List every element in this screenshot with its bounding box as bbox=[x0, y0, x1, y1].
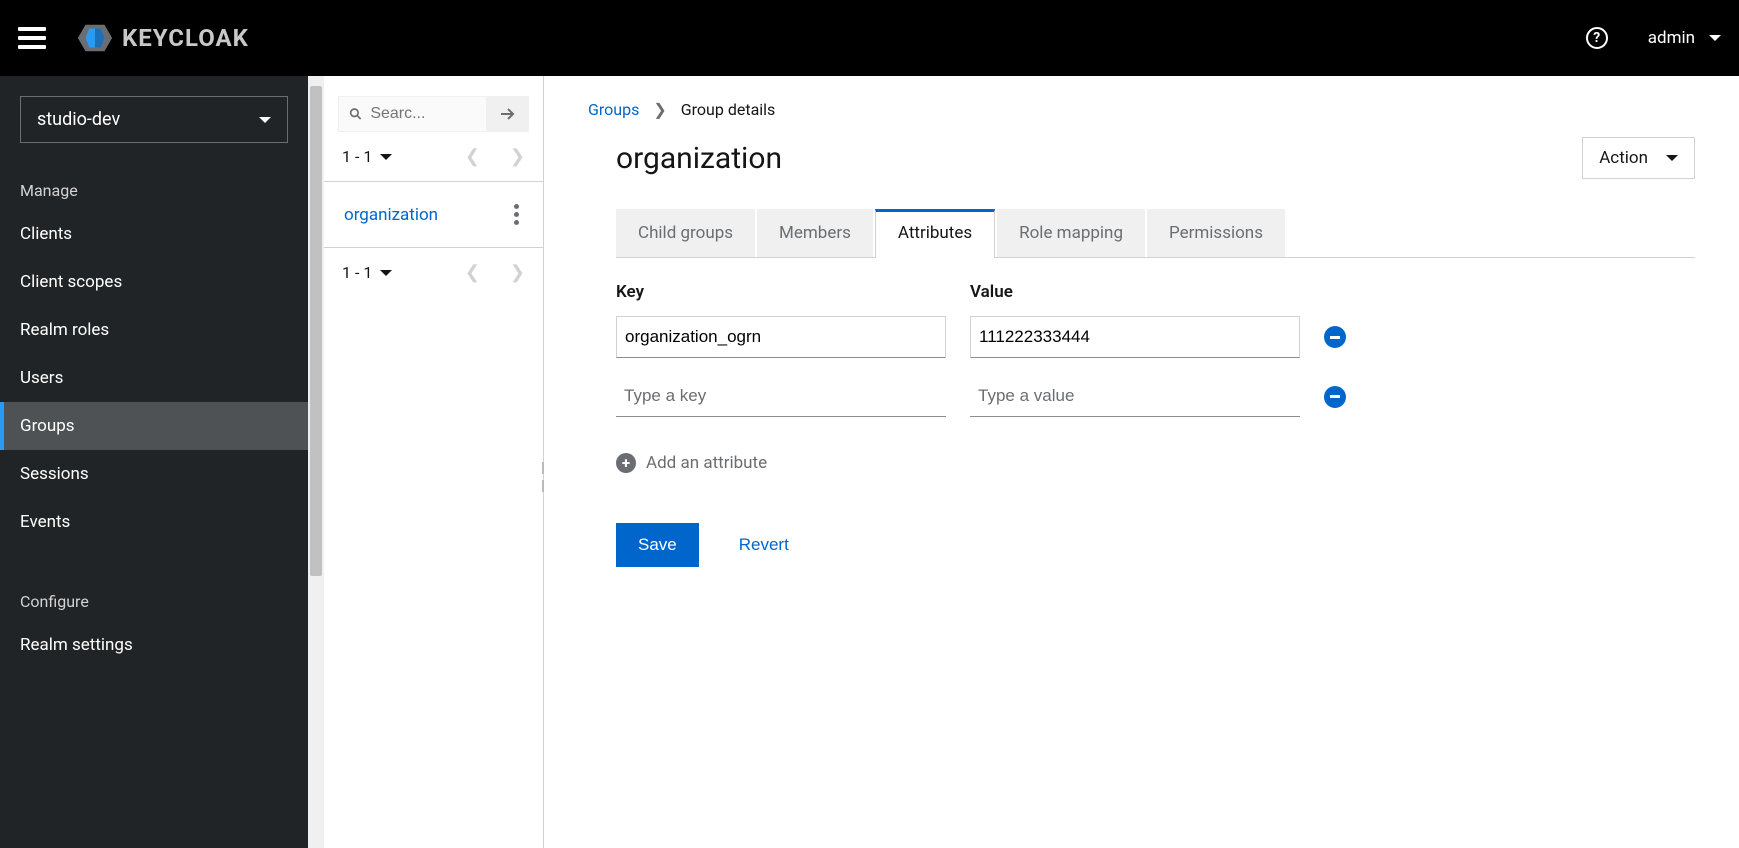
sidebar: studio-dev Manage Clients Client scopes … bbox=[0, 76, 308, 848]
breadcrumb: Groups ❯ Group details bbox=[588, 100, 1695, 119]
revert-button[interactable]: Revert bbox=[739, 535, 789, 555]
sidebar-item-sessions[interactable]: Sessions bbox=[0, 450, 308, 498]
breadcrumb-groups[interactable]: Groups bbox=[588, 100, 639, 119]
attr-key-input[interactable] bbox=[616, 316, 946, 358]
tab-role-mapping[interactable]: Role mapping bbox=[997, 209, 1145, 257]
user-name: admin bbox=[1648, 28, 1695, 48]
column-key-header: Key bbox=[616, 282, 946, 302]
logo-text: KEYCLOAK bbox=[122, 24, 249, 52]
pager-next[interactable]: ❯ bbox=[510, 146, 525, 167]
save-button[interactable]: Save bbox=[616, 523, 699, 567]
sidebar-item-client-scopes[interactable]: Client scopes bbox=[0, 258, 308, 306]
resize-handle[interactable] bbox=[539, 462, 547, 492]
tabs: Child groups Members Attributes Role map… bbox=[616, 209, 1695, 258]
tab-members[interactable]: Members bbox=[757, 209, 873, 257]
chevron-down-icon bbox=[380, 270, 392, 276]
arrow-right-icon bbox=[499, 105, 517, 123]
attr-key-input[interactable] bbox=[616, 376, 946, 417]
sidebar-item-users[interactable]: Users bbox=[0, 354, 308, 402]
sidebar-item-groups[interactable]: Groups bbox=[0, 402, 308, 450]
page-title: organization bbox=[616, 141, 782, 176]
section-manage: Manage bbox=[0, 171, 308, 210]
scrollbar[interactable] bbox=[308, 76, 324, 848]
search-box bbox=[338, 96, 487, 132]
breadcrumb-current: Group details bbox=[681, 100, 776, 119]
search-input[interactable] bbox=[370, 105, 476, 123]
realm-selector[interactable]: studio-dev bbox=[20, 96, 288, 143]
column-value-header: Value bbox=[970, 282, 1300, 302]
hamburger-icon[interactable] bbox=[18, 27, 46, 49]
chevron-down-icon bbox=[1709, 35, 1721, 41]
content: Groups ❯ Group details organization Acti… bbox=[544, 76, 1739, 848]
sidebar-item-realm-settings[interactable]: Realm settings bbox=[0, 621, 308, 669]
logo-icon bbox=[76, 19, 114, 57]
search-submit-button[interactable] bbox=[487, 96, 529, 132]
groups-panel: 1 - 1 ❮ ❯ organization 1 - 1 ❮ ❯ bbox=[324, 76, 544, 848]
add-attribute-button[interactable]: + Add an attribute bbox=[616, 453, 1695, 473]
sidebar-item-events[interactable]: Events bbox=[0, 498, 308, 546]
realm-name: studio-dev bbox=[37, 109, 120, 130]
attr-value-input[interactable] bbox=[970, 316, 1300, 358]
section-configure: Configure bbox=[0, 582, 308, 621]
chevron-down-icon bbox=[259, 117, 271, 123]
attributes-section: Key Value + Add an attribute Save Revert bbox=[616, 282, 1695, 567]
remove-attribute-button[interactable] bbox=[1324, 326, 1346, 348]
attr-value-input[interactable] bbox=[970, 376, 1300, 417]
chevron-down-icon bbox=[380, 154, 392, 160]
pager-top: 1 - 1 ❮ ❯ bbox=[324, 132, 543, 181]
search-icon bbox=[349, 106, 362, 122]
action-dropdown[interactable]: Action bbox=[1582, 137, 1695, 179]
pager-count[interactable]: 1 - 1 bbox=[342, 147, 392, 166]
logo[interactable]: KEYCLOAK bbox=[76, 19, 249, 57]
tab-attributes[interactable]: Attributes bbox=[875, 209, 995, 258]
pager-bottom: 1 - 1 ❮ ❯ bbox=[324, 248, 543, 297]
attribute-row bbox=[616, 316, 1695, 358]
tab-child-groups[interactable]: Child groups bbox=[616, 209, 755, 257]
chevron-right-icon: ❯ bbox=[653, 100, 666, 119]
scrollbar-thumb[interactable] bbox=[310, 86, 322, 576]
group-item-organization[interactable]: organization bbox=[324, 181, 543, 248]
pager-prev[interactable]: ❮ bbox=[465, 146, 480, 167]
user-menu[interactable]: admin bbox=[1648, 28, 1721, 48]
sidebar-item-realm-roles[interactable]: Realm roles bbox=[0, 306, 308, 354]
pager-next[interactable]: ❯ bbox=[510, 262, 525, 283]
topbar: KEYCLOAK ? admin bbox=[0, 0, 1739, 76]
kebab-icon[interactable] bbox=[510, 200, 523, 229]
group-name: organization bbox=[344, 205, 438, 225]
pager-prev[interactable]: ❮ bbox=[465, 262, 480, 283]
pager-count[interactable]: 1 - 1 bbox=[342, 263, 392, 282]
topbar-right: ? admin bbox=[1586, 27, 1721, 49]
attribute-row-empty bbox=[616, 376, 1695, 417]
main: studio-dev Manage Clients Client scopes … bbox=[0, 76, 1739, 848]
topbar-left: KEYCLOAK bbox=[18, 19, 249, 57]
chevron-down-icon bbox=[1666, 155, 1678, 161]
help-icon[interactable]: ? bbox=[1586, 27, 1608, 49]
plus-circle-icon: + bbox=[616, 453, 636, 473]
tab-permissions[interactable]: Permissions bbox=[1147, 209, 1285, 257]
remove-attribute-button[interactable] bbox=[1324, 386, 1346, 408]
sidebar-item-clients[interactable]: Clients bbox=[0, 210, 308, 258]
